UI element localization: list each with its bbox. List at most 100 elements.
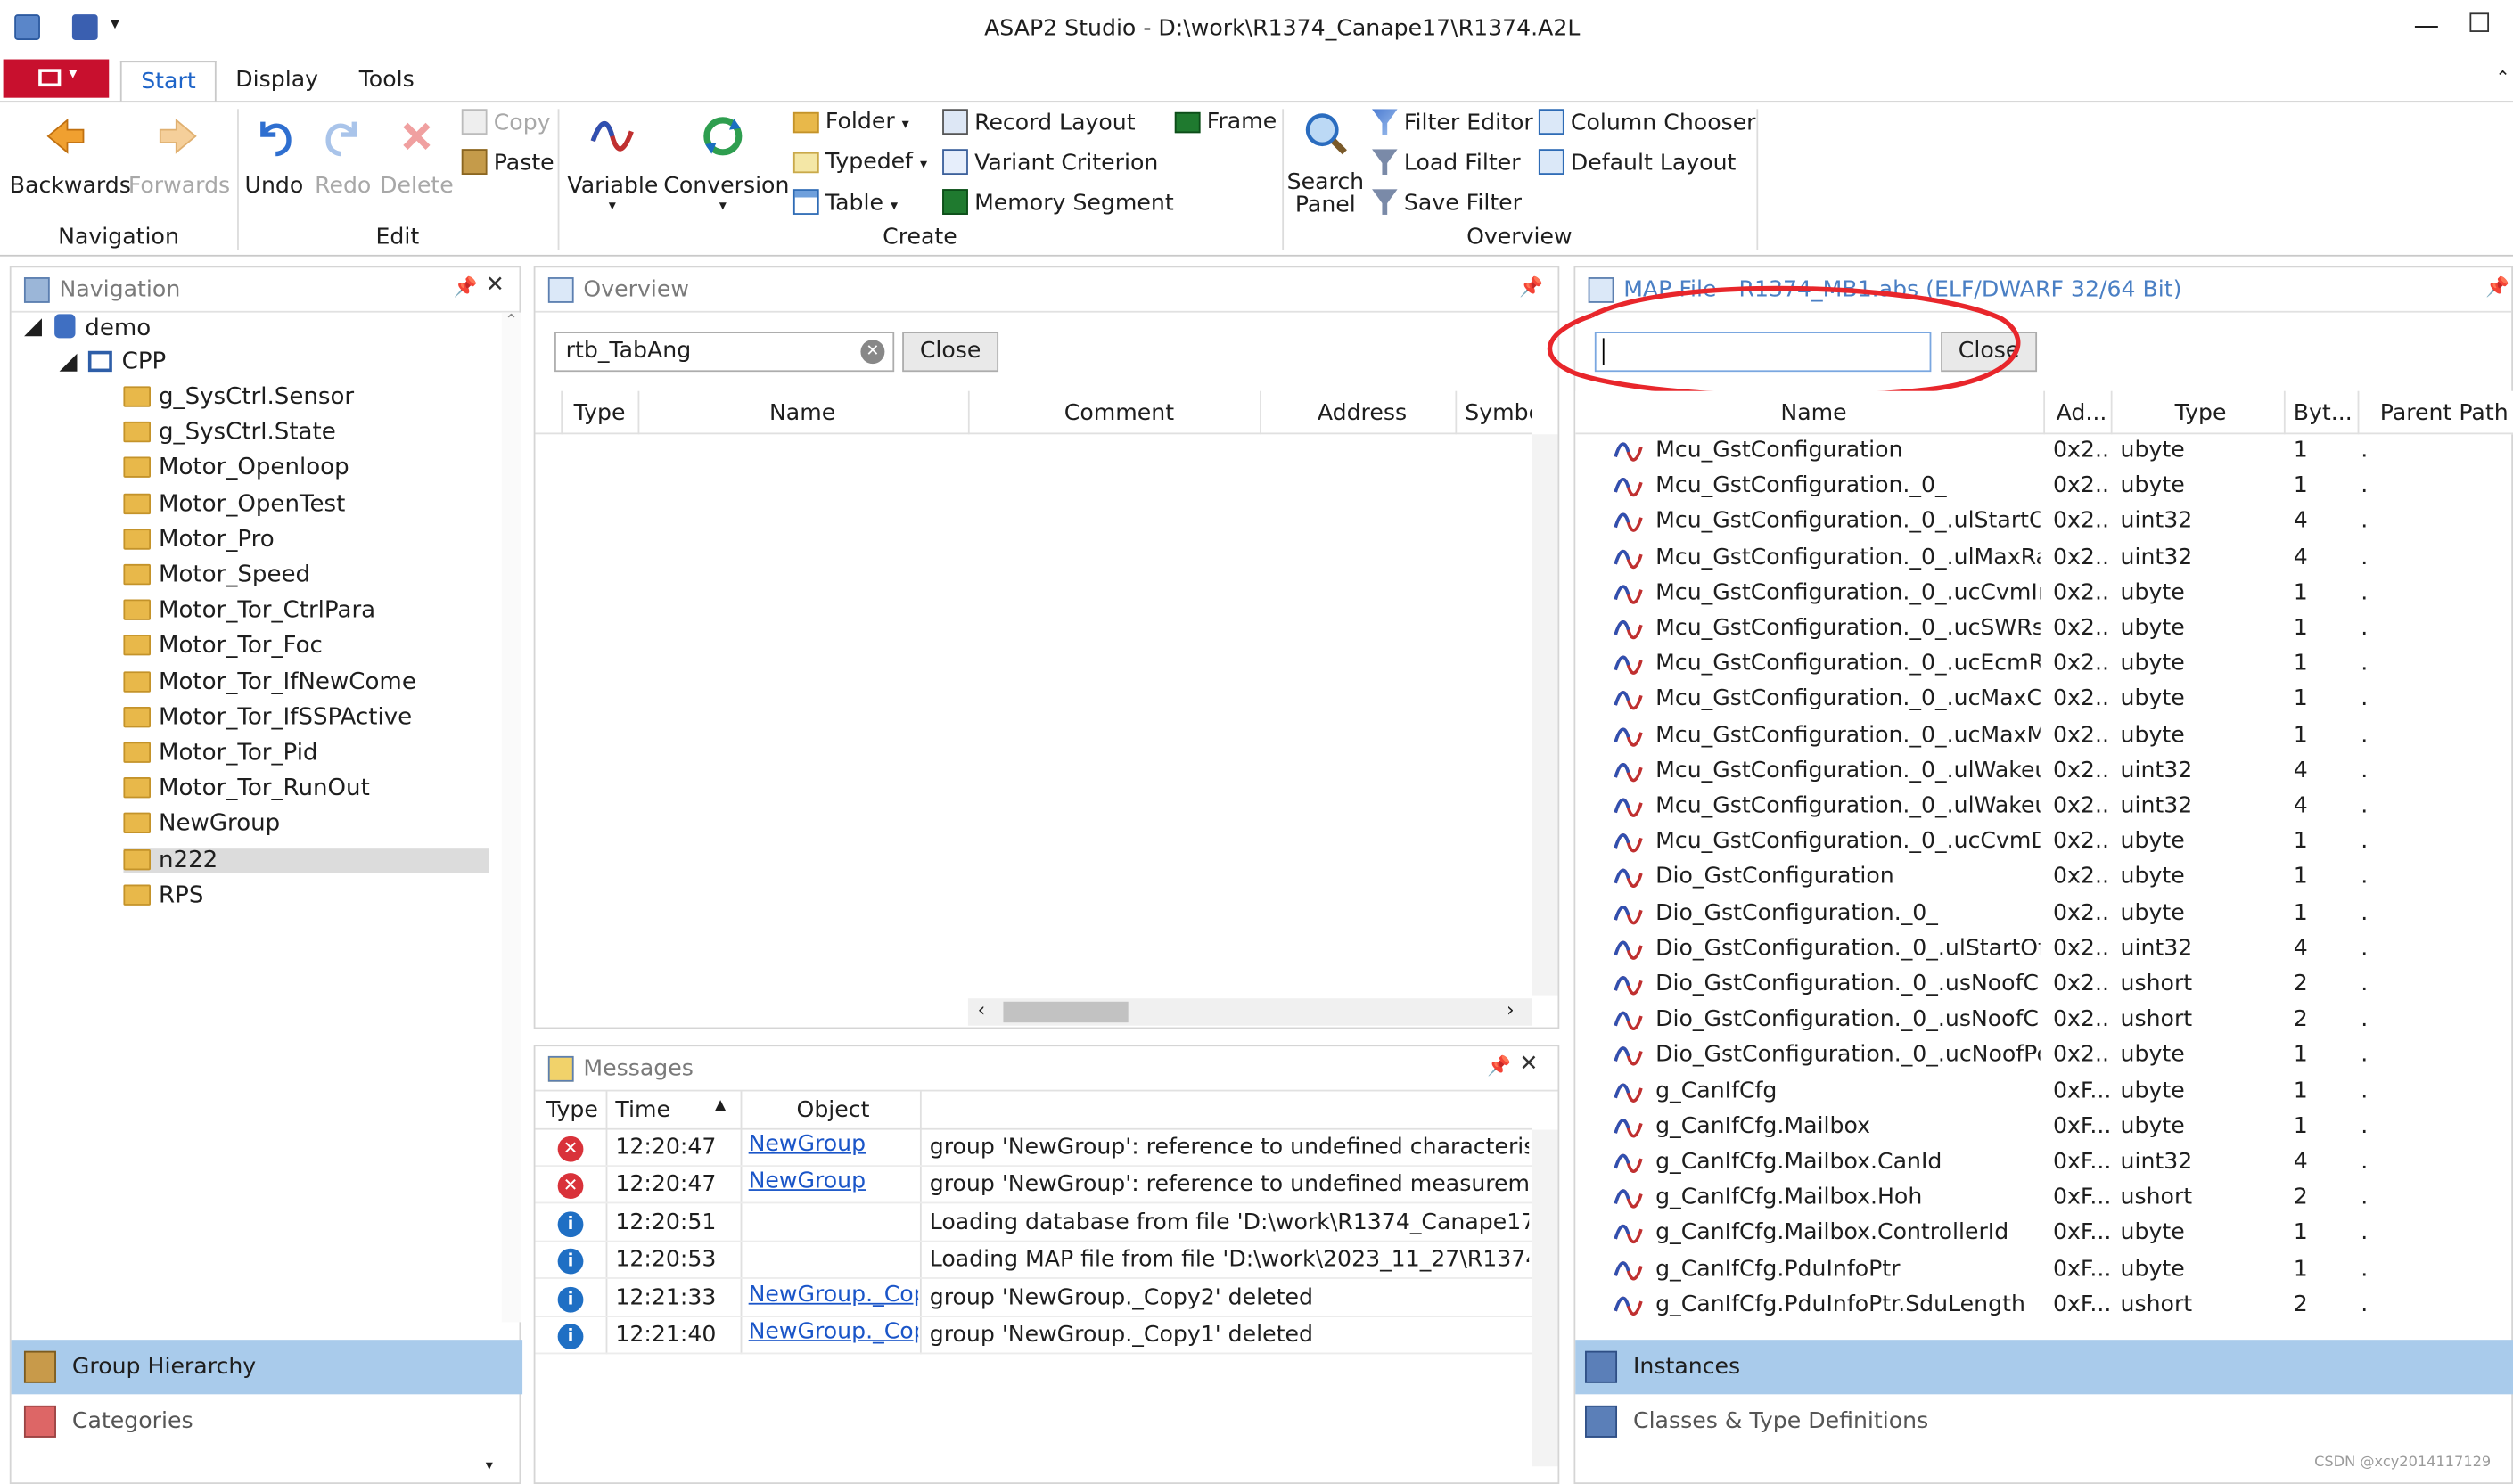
tab-display[interactable]: Display [235,68,318,94]
overview-close-button[interactable]: Close [902,332,999,373]
message-object-link[interactable]: NewGroup [749,1131,919,1157]
bottom-tab-categories[interactable]: Categories [12,1394,523,1448]
conversion-button[interactable]: Conversion ▾ [663,112,789,215]
map-symbol-row[interactable]: Mcu_GstConfiguration._0_.ucMaxM... 0x2...… [1575,719,2513,755]
column-header-name[interactable]: Name [769,401,835,427]
tree-item-group[interactable]: RPS [123,882,203,908]
column-chooser-button[interactable]: Column Chooser [1538,109,1756,136]
overview-search-input[interactable]: rtb_TabAng ✕ [554,332,895,373]
tree-item-group[interactable]: Motor_Tor_Foc [123,634,323,660]
close-icon[interactable]: ✕ [486,273,505,299]
map-symbol-row[interactable]: g_CanIfCfg.Mailbox.ControllerId 0xF... uby… [1575,1217,2513,1252]
map-symbol-row[interactable]: Dio_GstConfiguration._0_.ulStartOf... 0x2… [1575,932,2513,968]
tree-item-group[interactable]: Motor_Tor_CtrlPara [123,598,375,624]
column-header-object[interactable]: Object [797,1098,870,1124]
column-header-type[interactable]: Type [574,401,626,427]
bottom-tab-classes[interactable]: Classes & Type Definitions [1575,1394,2513,1448]
map-symbol-row[interactable]: Mcu_GstConfiguration._0_ 0x2... ubyte 1. [1575,470,2513,505]
tree-item-cpp[interactable]: CPP [87,349,166,375]
message-row[interactable]: i 12:20:51 Loading database from file 'D:\… [535,1207,1532,1242]
record-layout-button[interactable]: Record Layout [942,109,1136,136]
variable-button[interactable]: Variable ▾ [567,112,658,215]
map-symbol-row[interactable]: g_CanIfCfg.Mailbox 0xF... ubyte 1. [1575,1111,2513,1146]
chevron-down-icon[interactable]: ▾ [486,1458,493,1474]
map-symbol-row[interactable]: Mcu_GstConfiguration._0_.ucCvmIn... 0x2..… [1575,577,2513,612]
tree-item-group[interactable]: Motor_Tor_RunOut [123,776,370,801]
message-row[interactable]: i 12:21:40 NewGroup._Copy group 'NewGroup._… [535,1319,1532,1355]
overview-horizontal-scrollbar[interactable]: ‹ › [967,998,1532,1026]
map-symbol-row[interactable]: Mcu_GstConfiguration._0_.ucEcmRs... 0x2..… [1575,648,2513,684]
overview-vertical-scrollbar[interactable] [1532,434,1558,996]
message-row[interactable]: ✕ 12:20:47 NewGroup group 'NewGroup': refer… [535,1131,1532,1167]
table-button[interactable]: Table ▾ [792,189,898,217]
undo-button[interactable]: Undo [243,112,304,199]
close-icon[interactable]: ✕ [1519,1052,1538,1078]
backwards-button[interactable]: Backwards [10,112,131,199]
map-symbol-row[interactable]: Dio_GstConfiguration 0x2... ubyte 1. [1575,861,2513,897]
map-symbol-row[interactable]: g_CanIfCfg.PduInfoPtr 0xF... ubyte 1. [1575,1252,2513,1288]
clear-search-icon[interactable]: ✕ [860,340,885,365]
column-header-symbol[interactable]: Symbo [1465,401,1532,427]
default-layout-button[interactable]: Default Layout [1538,149,1736,176]
column-header-address[interactable]: Address [1318,401,1407,427]
map-symbol-row[interactable]: Mcu_GstConfiguration._0_.ulMaxRa... 0x2..… [1575,541,2513,577]
bottom-tab-instances[interactable]: Instances [1575,1340,2513,1395]
map-symbol-row[interactable]: Mcu_GstConfiguration._0_.ulWakeu... 0x2..… [1575,755,2513,791]
message-row[interactable]: i 12:20:53 Loading MAP file from file 'D:\… [535,1244,1532,1280]
map-symbol-row[interactable]: Mcu_GstConfiguration._0_.ucMaxCl... 0x2..… [1575,684,2513,719]
load-filter-button[interactable]: Load Filter [1371,149,1521,176]
collapse-ribbon-icon[interactable]: ⌃ [2495,68,2510,88]
map-symbol-row[interactable]: g_CanIfCfg.PduInfoPtr.SduLength 0xF... ush… [1575,1288,2513,1324]
tree-item-demo[interactable]: demo [54,314,151,341]
forwards-button[interactable]: Forwards [128,112,230,199]
column-header-parent-path[interactable]: Parent Path [2380,401,2509,427]
filter-editor-button[interactable]: Filter Editor [1371,109,1533,136]
tree-item-group[interactable]: Motor_OpenTest [123,491,345,517]
redo-button[interactable]: Redo [313,112,374,199]
column-header-address[interactable]: Ad... [2057,401,2107,427]
message-row[interactable]: i 12:21:33 NewGroup._Copy group 'NewGroup._… [535,1282,1532,1317]
message-object-link[interactable]: NewGroup._Copy [749,1319,919,1345]
file-menu-button[interactable]: ▾ [3,59,110,98]
tree-item-group[interactable]: g_SysCtrl.Sensor [123,385,354,410]
map-symbol-row[interactable]: Dio_GstConfiguration._0_.usNoofCh... 0x2.… [1575,1004,2513,1039]
paste-button[interactable]: Paste [461,149,554,176]
message-row[interactable]: ✕ 12:20:47 NewGroup group 'NewGroup': refer… [535,1168,1532,1205]
map-symbol-row[interactable]: Dio_GstConfiguration._0_.ucNoofPo... 0x2.… [1575,1039,2513,1075]
tree-item-group[interactable]: Motor_Tor_IfNewCome [123,669,416,695]
map-symbol-row[interactable]: Mcu_GstConfiguration._0_.ulWakeu... 0x2..… [1575,790,2513,825]
typedef-button[interactable]: Typedef ▾ [792,149,927,175]
map-symbol-row[interactable]: Mcu_GstConfiguration 0x2... ubyte 1. [1575,434,2513,470]
memory-segment-button[interactable]: Memory Segment [942,189,1174,217]
map-symbol-row[interactable]: g_CanIfCfg.Mailbox.CanId 0xF... uint32 4. [1575,1146,2513,1182]
map-symbol-row[interactable]: Dio_GstConfiguration._0_.usNoofCh... 0x2.… [1575,968,2513,1004]
column-header-msg-type[interactable]: Type [546,1098,598,1124]
tree-item-group[interactable]: n222 [123,847,489,873]
variant-criterion-button[interactable]: Variant Criterion [942,149,1158,176]
pin-icon[interactable]: 📌 [1487,1054,1511,1077]
folder-button[interactable]: Folder ▾ [792,109,909,135]
map-symbol-row[interactable]: Mcu_GstConfiguration._0_.ucSWRst... 0x2..… [1575,612,2513,648]
copy-button[interactable]: Copy [461,109,551,136]
column-header-bytes[interactable]: Byt... [2294,401,2353,427]
search-panel-button[interactable]: Search Panel [1287,109,1364,218]
save-filter-button[interactable]: Save Filter [1371,189,1522,217]
minimize-icon[interactable]: — [2414,10,2440,40]
restore-icon[interactable] [2469,12,2490,32]
column-header-comment[interactable]: Comment [1064,401,1174,427]
column-header-time[interactable]: Time [615,1098,670,1124]
map-symbol-row[interactable]: Dio_GstConfiguration._0_ 0x2... ubyte 1. [1575,897,2513,932]
pin-icon[interactable]: 📌 [2485,275,2509,298]
message-object-link[interactable]: NewGroup [749,1168,919,1194]
messages-vertical-scrollbar[interactable] [1532,1129,1558,1467]
tree-item-group[interactable]: Motor_Pro [123,527,275,553]
map-symbol-row[interactable]: Mcu_GstConfiguration._0_.ulStartOf... 0x2… [1575,505,2513,541]
pin-icon[interactable]: 📌 [454,275,478,298]
map-symbol-row[interactable]: g_CanIfCfg.Mailbox.Hoh 0xF... ushort 2. [1575,1182,2513,1218]
frame-button[interactable]: Frame [1174,109,1277,135]
map-symbol-row[interactable]: g_CanIfCfg 0xF... ubyte 1. [1575,1075,2513,1111]
tab-start[interactable]: Start [119,61,218,104]
delete-button[interactable]: Delete [380,112,454,199]
tree-item-group[interactable]: NewGroup [123,812,280,837]
message-object-link[interactable]: NewGroup._Copy [749,1282,919,1308]
